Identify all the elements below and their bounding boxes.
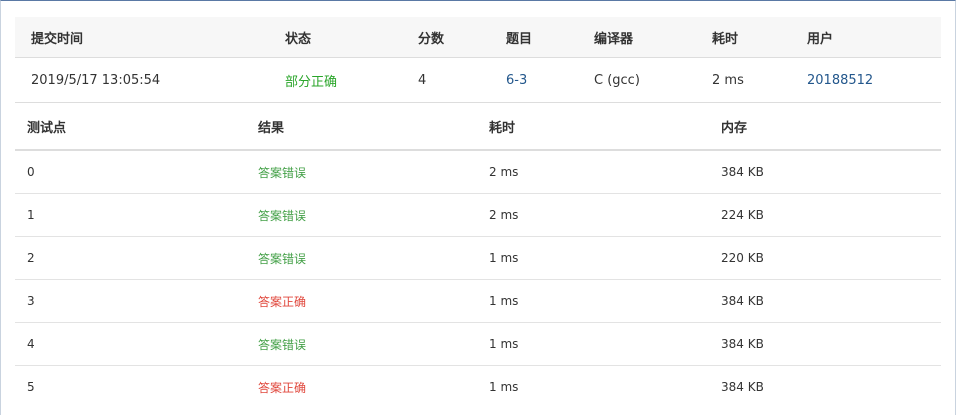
header-elapsed: 耗时 [712,31,739,47]
test-case-id: 4 [27,337,35,351]
test-case-id: 2 [27,251,35,265]
submission-row: 2019/5/17 13:05:54 部分正确 4 6-3 C (gcc) 2 … [15,58,941,103]
test-case-id: 1 [27,208,35,222]
submission-detail-panel: 提交时间 状态 分数 题目 编译器 耗时 用户 2019/5/17 13:05:… [15,17,941,408]
elapsed-value: 2 ms [712,72,744,88]
header-score: 分数 [418,31,445,47]
test-case-memory: 220 KB [721,251,764,265]
test-case-time: 1 ms [489,380,519,394]
submit-time-value: 2019/5/17 13:05:54 [31,72,161,88]
test-case-table-header: 测试点 结果 耗时 内存 [15,103,941,151]
table-row: 3 答案正确 1 ms 384 KB [15,280,941,323]
header-memory: 内存 [721,120,748,136]
status-partial-correct: 部分正确 [285,74,338,90]
header-time: 耗时 [489,120,516,136]
header-submit-time: 提交时间 [31,31,84,47]
test-case-result: 答案正确 [258,380,307,395]
test-case-memory: 384 KB [721,165,764,179]
table-row: 0 答案错误 2 ms 384 KB [15,151,941,194]
test-case-time: 2 ms [489,208,519,222]
test-case-id: 3 [27,294,35,308]
header-result: 结果 [258,120,285,136]
test-case-time: 1 ms [489,251,519,265]
table-row: 2 答案错误 1 ms 220 KB [15,237,941,280]
problem-link[interactable]: 6-3 [506,58,527,102]
table-row: 4 答案错误 1 ms 384 KB [15,323,941,366]
test-case-result: 答案错误 [258,251,307,266]
compiler-value: C (gcc) [594,72,640,88]
test-case-memory: 384 KB [721,294,764,308]
test-case-result: 答案错误 [258,337,307,352]
window-frame: 提交时间 状态 分数 题目 编译器 耗时 用户 2019/5/17 13:05:… [0,0,956,415]
header-user: 用户 [807,31,834,47]
test-case-result: 答案正确 [258,294,307,309]
score-value: 4 [418,72,427,88]
header-test-case: 测试点 [27,120,67,136]
header-compiler: 编译器 [594,31,634,47]
test-case-time: 2 ms [489,165,519,179]
test-case-id: 0 [27,165,35,179]
test-case-result: 答案错误 [258,208,307,223]
test-case-time: 1 ms [489,294,519,308]
test-case-result: 答案错误 [258,165,307,180]
test-case-memory: 384 KB [721,380,764,394]
header-status: 状态 [285,31,312,47]
test-case-time: 1 ms [489,337,519,351]
header-problem: 题目 [506,31,533,47]
test-case-memory: 384 KB [721,337,764,351]
user-link[interactable]: 20188512 [807,58,873,102]
submission-table-header: 提交时间 状态 分数 题目 编译器 耗时 用户 [15,17,941,58]
table-row: 1 答案错误 2 ms 224 KB [15,194,941,237]
test-case-memory: 224 KB [721,208,764,222]
test-case-id: 5 [27,380,35,394]
table-row: 5 答案正确 1 ms 384 KB [15,366,941,408]
